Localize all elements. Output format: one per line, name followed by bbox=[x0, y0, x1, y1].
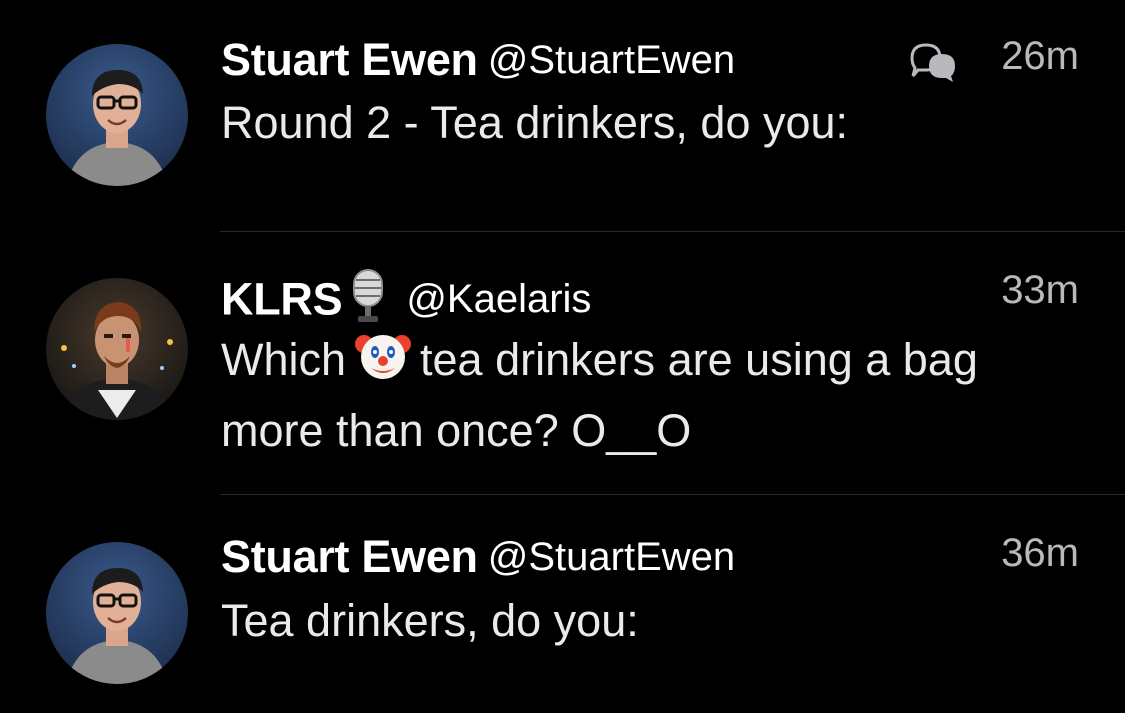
timestamp: 36m bbox=[1001, 531, 1079, 575]
avatar[interactable] bbox=[46, 44, 188, 186]
tweet-item[interactable]: Stuart Ewen @StuartEwen 36m Tea drinkers,… bbox=[0, 495, 1125, 713]
display-name[interactable]: Stuart Ewen bbox=[221, 34, 478, 85]
tweet-header: KLRS @Kaelaris 33m bbox=[221, 268, 1079, 330]
stuart-avatar-image bbox=[46, 542, 188, 684]
klrs-avatar-image bbox=[46, 278, 188, 420]
conversation-icon bbox=[910, 43, 955, 82]
user-handle[interactable]: @StuartEwen bbox=[488, 535, 735, 579]
tweet-item[interactable]: KLRS @Kaelaris 33m Which tea drinkers ar… bbox=[0, 232, 1125, 495]
tweet-text: Tea drinkers, do you: bbox=[221, 595, 639, 646]
stuart-avatar-image bbox=[46, 44, 188, 186]
avatar[interactable] bbox=[46, 278, 188, 420]
tweet-timeline: Stuart Ewen @StuartEwen 26m Round 2 - Tea… bbox=[0, 0, 1125, 713]
display-name[interactable]: KLRS bbox=[221, 274, 343, 325]
clown-emoji-icon bbox=[354, 326, 412, 400]
display-name[interactable]: Stuart Ewen bbox=[221, 531, 478, 582]
tweet-text: Which tea drinkers are using a bag more … bbox=[221, 326, 1035, 462]
avatar[interactable] bbox=[46, 542, 188, 684]
microphone-emoji-icon bbox=[348, 268, 388, 331]
tweet-item[interactable]: Stuart Ewen @StuartEwen 26m Round 2 - Tea… bbox=[0, 0, 1125, 232]
tweet-header: Stuart Ewen @StuartEwen 26m bbox=[221, 34, 1079, 96]
tweet-text-part: Which bbox=[221, 333, 347, 385]
timestamp: 33m bbox=[1001, 268, 1079, 312]
tweet-text: Round 2 - Tea drinkers, do you: bbox=[221, 97, 849, 148]
tweet-header: Stuart Ewen @StuartEwen 36m bbox=[221, 531, 1079, 593]
user-handle[interactable]: @StuartEwen bbox=[488, 38, 735, 82]
user-handle[interactable]: @Kaelaris bbox=[406, 277, 591, 321]
timestamp: 26m bbox=[1001, 34, 1079, 78]
